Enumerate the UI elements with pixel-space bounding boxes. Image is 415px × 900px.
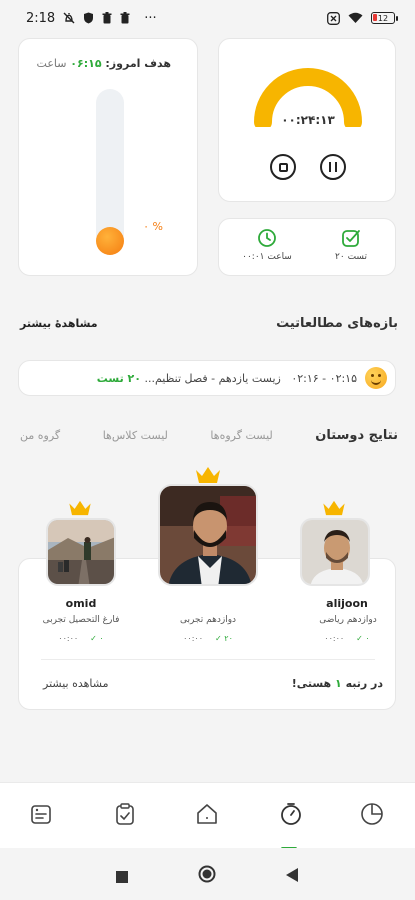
wifi-icon — [348, 12, 363, 23]
nav-home[interactable] — [194, 801, 222, 829]
avatar[interactable] — [46, 518, 116, 586]
friends-divider — [41, 659, 375, 660]
session-time: ۰۲:۱۵ - ۰۲:۱۶ — [291, 371, 357, 385]
timer-display: ۰۰:۲۴:۱۳ — [281, 113, 335, 127]
smiley-icon — [365, 367, 387, 389]
tab-my-group[interactable]: گروه من — [20, 429, 60, 442]
nav-notes[interactable] — [28, 801, 56, 829]
trash-icon — [120, 12, 130, 24]
pause-icon — [329, 162, 337, 172]
clock-icon — [258, 229, 276, 247]
goal-progress-track[interactable] — [96, 89, 124, 255]
session-subject: زیست یازدهم - فصل تنظیم... — [144, 371, 281, 385]
friend-grade: دوازدهم تجربی — [179, 615, 237, 625]
friend-grade: فارغ التحصیل تجربی — [42, 615, 120, 625]
my-rank: در رتبه ۱ هستی! — [292, 677, 383, 690]
nav-tests[interactable] — [112, 801, 140, 829]
friend-tests: ✓ ۲۰ — [215, 634, 233, 643]
session-text: ۰۲:۱۵ - ۰۲:۱۶ زیست یازدهم - فصل تنظیم...… — [97, 372, 357, 385]
friend-tests-value: ۰ — [365, 634, 370, 643]
shield-icon — [84, 12, 94, 24]
square-icon — [116, 871, 128, 883]
avatar-photo — [302, 520, 368, 584]
mute-icon — [63, 12, 75, 24]
friend-name: alijoon — [326, 597, 368, 610]
status-time: 2:18 — [26, 10, 56, 26]
session-tests: ۲۰ تست — [96, 371, 141, 385]
tab-groups-list[interactable]: لیست گروه‌ها — [210, 429, 272, 442]
friend-stats: ۰۰:۰۰ ✓ ۲۰ — [148, 634, 268, 643]
status-more: ··· — [144, 10, 157, 26]
battery-level: 12 — [377, 13, 389, 23]
bottom-navigation — [0, 782, 415, 850]
dnd-icon — [327, 11, 340, 25]
goal-label: هدف امروز: — [105, 57, 171, 70]
tab-friends-results[interactable]: نتایج دوستان — [315, 428, 398, 443]
pause-button[interactable] — [320, 154, 346, 180]
goal-unit: ساعت — [36, 57, 67, 70]
goal-time: ۰۶:۱۵ — [70, 57, 102, 70]
goal-percent: % ۰ — [143, 220, 163, 233]
home-icon — [197, 804, 217, 824]
rank-number: ۱ — [335, 677, 342, 690]
crown-icon — [196, 467, 220, 483]
back-triangle-icon — [286, 868, 298, 882]
friend-tests: ✓ ۰ — [356, 634, 370, 643]
notes-icon — [31, 805, 51, 824]
friend-grade: دوازدهم ریاضی — [319, 615, 377, 625]
crown-icon — [69, 500, 91, 516]
goal-title: هدف امروز: ۰۶:۱۵ ساعت — [37, 57, 171, 70]
avatar[interactable] — [158, 484, 258, 586]
friends-tabs: نتایج دوستان لیست گروه‌ها لیست کلاس‌ها گ… — [20, 428, 398, 443]
session-entry[interactable]: ۰۲:۱۵ - ۰۲:۱۶ زیست یازدهم - فصل تنظیم...… — [18, 360, 396, 396]
avatar-photo — [160, 486, 256, 584]
friend-tests-value: ۲۰ — [224, 634, 233, 643]
goal-progress-knob[interactable] — [96, 227, 124, 255]
rank-suffix: هستی! — [291, 677, 332, 690]
friend-name: omid — [65, 597, 97, 610]
rank-prefix: در رتبه — [345, 677, 383, 690]
stats-card: ۲۰ تست ۰۰:۰۱ ساعت — [218, 218, 396, 276]
checkbox-icon — [342, 230, 360, 247]
friend-tests-value: ۰ — [99, 634, 104, 643]
stat-hours: ۰۰:۰۱ ساعت — [227, 228, 307, 262]
trash-icon — [102, 12, 112, 24]
report-icon — [361, 803, 383, 825]
daily-goal-card: هدف امروز: ۰۶:۱۵ ساعت % ۰ — [18, 38, 198, 276]
nav-report[interactable] — [359, 801, 387, 829]
stat-tests: ۲۰ تست — [311, 228, 391, 262]
tab-classes-list[interactable]: لیست کلاس‌ها — [103, 429, 168, 442]
system-home-button[interactable] — [198, 865, 216, 887]
crown-icon — [323, 500, 345, 516]
friend-time: ۰۰:۰۰ — [58, 634, 79, 643]
stat-hours-label: ۰۰:۰۱ ساعت — [242, 252, 292, 262]
friend-time: ۰۰:۰۰ — [324, 634, 345, 643]
avatar[interactable] — [300, 518, 370, 586]
friend-tests: ✓ ۰ — [90, 634, 104, 643]
friend-stats: ۰۰:۰۰ ✓ ۰ — [21, 634, 141, 643]
clipboard-icon — [116, 803, 134, 825]
sessions-header: مشاهدهٔ بیشتر بازه‌های مطالعاتیت — [20, 316, 398, 331]
stat-tests-label: ۲۰ تست — [335, 252, 367, 262]
timer-icon — [281, 803, 301, 825]
circle-icon — [198, 865, 216, 883]
stop-icon — [278, 162, 288, 172]
friend-stats: ۰۰:۰۰ ✓ ۰ — [287, 634, 407, 643]
friend-time: ۰۰:۰۰ — [183, 634, 204, 643]
sessions-title: بازه‌های مطالعاتیت — [276, 316, 398, 331]
system-navigation — [0, 848, 415, 900]
timer-card: ۰۰:۲۴:۱۳ — [218, 38, 396, 202]
battery-icon: 12 — [371, 12, 398, 24]
avatar-photo — [48, 520, 114, 584]
sessions-see-more[interactable]: مشاهدهٔ بیشتر — [20, 317, 98, 330]
status-bar: 2:18 ··· 12 — [0, 0, 415, 36]
system-recents-button[interactable] — [116, 868, 128, 887]
nav-timer[interactable] — [278, 801, 306, 850]
system-back-button[interactable] — [286, 867, 298, 886]
friends-see-more[interactable]: مشاهده بیشتر — [43, 677, 108, 690]
stop-button[interactable] — [270, 154, 296, 180]
